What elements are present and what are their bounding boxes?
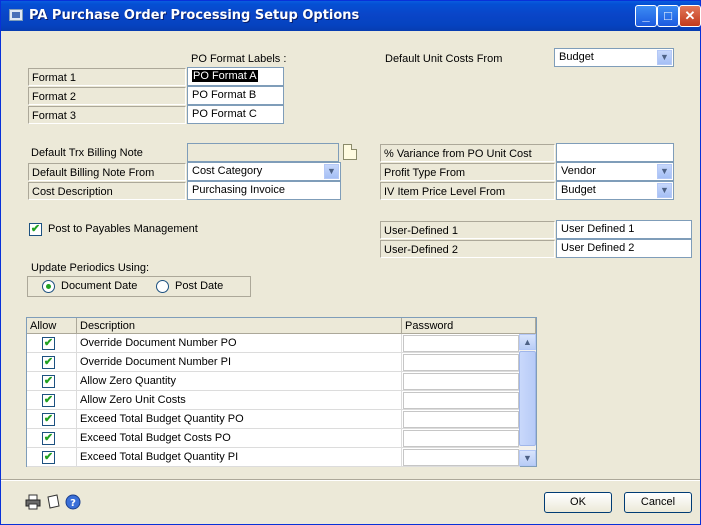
document-date-label: Document Date <box>61 280 138 292</box>
table-row[interactable]: ✔ Override Document Number PI <box>27 353 520 372</box>
dialog-window: PA Purchase Order Processing Setup Optio… <box>0 0 701 525</box>
scroll-thumb[interactable] <box>519 351 536 446</box>
post-to-payables-checkbox[interactable]: ✔ <box>29 223 42 236</box>
window-title: PA Purchase Order Processing Setup Optio… <box>29 8 360 23</box>
minimize-button[interactable]: _ <box>635 5 657 27</box>
allow-checkbox[interactable]: ✔ <box>42 394 55 407</box>
row-description: Override Document Number PI <box>77 353 402 372</box>
chevron-down-icon[interactable]: ▼ <box>324 164 339 179</box>
default-unit-costs-value: Budget <box>559 51 594 63</box>
po-format-labels-header: PO Format Labels : <box>191 53 287 65</box>
format-2-label: Format 2 <box>28 87 186 105</box>
row-description: Allow Zero Unit Costs <box>77 391 402 410</box>
document-date-radio[interactable] <box>42 280 55 293</box>
allow-checkbox[interactable]: ✔ <box>42 451 55 464</box>
password-field[interactable] <box>403 392 519 409</box>
help-icon[interactable]: ? <box>65 494 81 510</box>
chevron-down-icon[interactable]: ▼ <box>657 183 672 198</box>
password-field[interactable] <box>403 373 519 390</box>
periodics-radio-group: Document Date Post Date <box>27 276 251 297</box>
maximize-button[interactable]: □ <box>657 5 679 27</box>
post-to-payables-label: Post to Payables Management <box>48 223 198 235</box>
table-row[interactable]: ✔ Allow Zero Unit Costs <box>27 391 520 410</box>
password-field[interactable] <box>403 449 519 466</box>
row-description: Allow Zero Quantity <box>77 372 402 391</box>
close-button[interactable]: ✕ <box>679 5 701 27</box>
note-icon[interactable] <box>343 144 357 160</box>
allow-checkbox[interactable]: ✔ <box>42 432 55 445</box>
cancel-button[interactable]: Cancel <box>624 492 692 513</box>
password-column-header[interactable]: Password <box>402 318 536 334</box>
options-grid: Allow Description Password ✔ Override Do… <box>26 317 537 467</box>
password-field[interactable] <box>403 354 519 371</box>
variance-field[interactable] <box>556 143 674 162</box>
row-description: Exceed Total Budget Costs PO <box>77 429 402 448</box>
allow-checkbox[interactable]: ✔ <box>42 356 55 369</box>
title-bar[interactable]: PA Purchase Order Processing Setup Optio… <box>1 1 701 31</box>
password-field[interactable] <box>403 430 519 447</box>
cost-description-field[interactable]: Purchasing Invoice <box>187 181 341 200</box>
allow-column-header[interactable]: Allow <box>27 318 77 334</box>
variance-label: % Variance from PO Unit Cost <box>380 144 555 162</box>
default-unit-costs-dropdown[interactable]: Budget ▼ <box>554 48 674 67</box>
update-periodics-label: Update Periodics Using: <box>31 262 150 274</box>
chevron-down-icon[interactable]: ▼ <box>657 50 672 65</box>
profit-type-from-label: Profit Type From <box>380 163 555 181</box>
allow-checkbox[interactable]: ✔ <box>42 375 55 388</box>
default-billing-note-from-dropdown[interactable]: Cost Category ▼ <box>187 162 341 181</box>
note-icon[interactable] <box>45 494 61 510</box>
window-icon <box>9 9 23 21</box>
format-1-label: Format 1 <box>28 68 186 86</box>
default-billing-note-from-value: Cost Category <box>192 165 263 177</box>
row-description: Override Document Number PO <box>77 334 402 353</box>
grid-scrollbar[interactable]: ▲ ▼ <box>519 334 536 466</box>
password-field[interactable] <box>403 335 519 352</box>
password-field[interactable] <box>403 411 519 428</box>
table-row[interactable]: ✔ Exceed Total Budget Quantity PI <box>27 448 520 467</box>
cost-description-label: Cost Description <box>28 182 186 200</box>
table-row[interactable]: ✔ Exceed Total Budget Costs PO <box>27 429 520 448</box>
chevron-down-icon[interactable]: ▼ <box>657 164 672 179</box>
post-date-radio[interactable] <box>156 280 169 293</box>
table-row[interactable]: ✔ Exceed Total Budget Quantity PO <box>27 410 520 429</box>
svg-text:?: ? <box>70 498 76 509</box>
format-3-field[interactable]: PO Format C <box>187 105 284 124</box>
default-trx-billing-note-label: Default Trx Billing Note <box>31 147 143 159</box>
profit-type-from-value: Vendor <box>561 165 596 177</box>
ok-button[interactable]: OK <box>544 492 612 513</box>
iv-item-price-level-label: IV Item Price Level From <box>380 182 555 200</box>
post-date-label: Post Date <box>175 280 224 292</box>
printer-icon[interactable] <box>25 494 41 510</box>
iv-item-price-level-value: Budget <box>561 184 596 196</box>
user-defined-2-field[interactable]: User Defined 2 <box>556 239 692 258</box>
allow-checkbox[interactable]: ✔ <box>42 337 55 350</box>
profit-type-from-dropdown[interactable]: Vendor ▼ <box>556 162 674 181</box>
table-row[interactable]: ✔ Allow Zero Quantity <box>27 372 520 391</box>
allow-checkbox[interactable]: ✔ <box>42 413 55 426</box>
table-row[interactable]: ✔ Override Document Number PO <box>27 334 520 353</box>
default-billing-note-from-label: Default Billing Note From <box>28 163 186 181</box>
user-defined-1-field[interactable]: User Defined 1 <box>556 220 692 239</box>
format-1-field[interactable]: PO Format A <box>187 67 284 86</box>
iv-item-price-level-dropdown[interactable]: Budget ▼ <box>556 181 674 200</box>
user-defined-2-label: User-Defined 2 <box>380 240 555 258</box>
row-description: Exceed Total Budget Quantity PO <box>77 410 402 429</box>
scroll-up-icon[interactable]: ▲ <box>519 334 536 350</box>
default-unit-costs-label: Default Unit Costs From <box>385 53 503 65</box>
format-2-field[interactable]: PO Format B <box>187 86 284 105</box>
user-defined-1-label: User-Defined 1 <box>380 221 555 239</box>
description-column-header[interactable]: Description <box>77 318 402 334</box>
format-3-label: Format 3 <box>28 106 186 124</box>
scroll-down-icon[interactable]: ▼ <box>519 450 536 466</box>
default-trx-billing-note-field[interactable] <box>187 143 339 162</box>
row-description: Exceed Total Budget Quantity PI <box>77 448 402 467</box>
